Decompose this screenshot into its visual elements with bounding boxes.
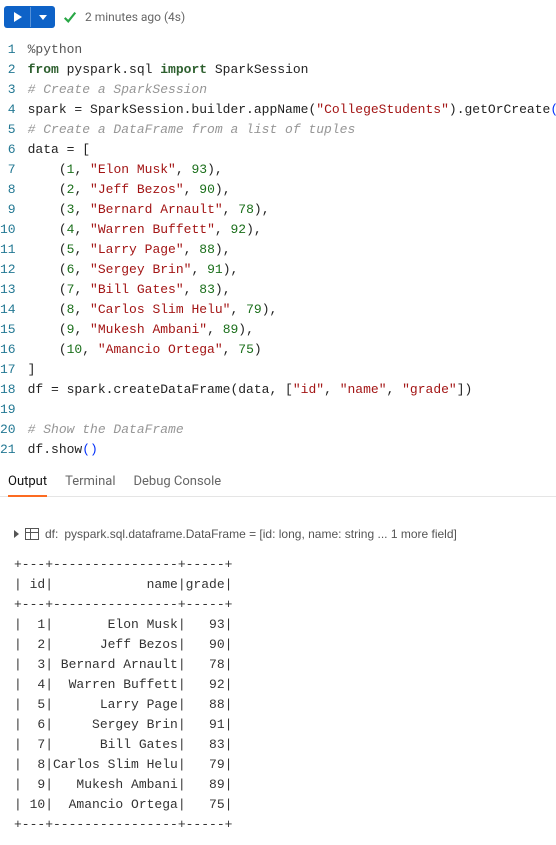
line-number: 14 xyxy=(0,300,16,320)
line-number: 13 xyxy=(0,280,16,300)
tab-debug-console[interactable]: Debug Console xyxy=(134,474,222,496)
code-line[interactable]: (7, "Bill Gates", 83), xyxy=(28,280,556,300)
caption-prefix: df: xyxy=(45,527,58,541)
code-line[interactable]: # Show the DataFrame xyxy=(28,420,556,440)
line-number: 1 xyxy=(0,40,16,60)
line-number: 10 xyxy=(0,220,16,240)
line-number: 21 xyxy=(0,440,16,460)
tab-output[interactable]: Output xyxy=(8,474,47,497)
line-number: 2 xyxy=(0,60,16,80)
line-number-gutter: 123456789101112131415161718192021 xyxy=(0,40,28,460)
output-tabs: Output Terminal Debug Console xyxy=(0,466,556,497)
line-number: 19 xyxy=(0,400,16,420)
code-line[interactable]: (6, "Sergey Brin", 91), xyxy=(28,260,556,280)
code-line[interactable]: (8, "Carlos Slim Helu", 79), xyxy=(28,300,556,320)
line-number: 17 xyxy=(0,360,16,380)
dataframe-caption[interactable]: df: pyspark.sql.dataframe.DataFrame = [i… xyxy=(14,527,542,541)
output-panel: df: pyspark.sql.dataframe.DataFrame = [i… xyxy=(0,497,556,845)
table-icon xyxy=(25,528,39,540)
code-line[interactable] xyxy=(28,400,556,420)
line-number: 9 xyxy=(0,200,16,220)
code-line[interactable]: (2, "Jeff Bezos", 90), xyxy=(28,180,556,200)
check-icon xyxy=(63,10,77,24)
line-number: 11 xyxy=(0,240,16,260)
code-line[interactable]: (9, "Mukesh Ambani", 89), xyxy=(28,320,556,340)
line-number: 12 xyxy=(0,260,16,280)
code-line[interactable]: df = spark.createDataFrame(data, ["id", … xyxy=(28,380,556,400)
run-button[interactable] xyxy=(4,6,55,28)
line-number: 5 xyxy=(0,120,16,140)
code-content[interactable]: %pythonfrom pyspark.sql import SparkSess… xyxy=(28,40,556,460)
chevron-down-icon xyxy=(39,15,47,20)
play-icon xyxy=(14,12,22,22)
code-line[interactable]: ] xyxy=(28,360,556,380)
line-number: 8 xyxy=(0,180,16,200)
code-editor[interactable]: 123456789101112131415161718192021 %pytho… xyxy=(0,34,556,466)
tab-terminal[interactable]: Terminal xyxy=(65,474,115,496)
dataframe-ascii-table: +---+----------------+-----+ | id| name|… xyxy=(14,555,542,835)
code-line[interactable]: df.show() xyxy=(28,440,556,460)
code-line[interactable]: (1, "Elon Musk", 93), xyxy=(28,160,556,180)
code-line[interactable]: (5, "Larry Page", 88), xyxy=(28,240,556,260)
code-line[interactable]: spark = SparkSession.builder.appName("Co… xyxy=(28,100,556,120)
code-line[interactable]: %python xyxy=(28,40,556,60)
code-line[interactable]: # Create a SparkSession xyxy=(28,80,556,100)
code-line[interactable]: (3, "Bernard Arnault", 78), xyxy=(28,200,556,220)
execution-status: 2 minutes ago (4s) xyxy=(85,10,185,24)
line-number: 4 xyxy=(0,100,16,120)
line-number: 7 xyxy=(0,160,16,180)
code-line[interactable]: (4, "Warren Buffett", 92), xyxy=(28,220,556,240)
caption-body: pyspark.sql.dataframe.DataFrame = [id: l… xyxy=(64,527,457,541)
line-number: 20 xyxy=(0,420,16,440)
line-number: 15 xyxy=(0,320,16,340)
line-number: 16 xyxy=(0,340,16,360)
line-number: 18 xyxy=(0,380,16,400)
cell-toolbar: 2 minutes ago (4s) xyxy=(0,0,556,34)
line-number: 6 xyxy=(0,140,16,160)
expand-triangle-icon[interactable] xyxy=(14,530,19,538)
code-line[interactable]: from pyspark.sql import SparkSession xyxy=(28,60,556,80)
code-line[interactable]: (10, "Amancio Ortega", 75) xyxy=(28,340,556,360)
code-line[interactable]: # Create a DataFrame from a list of tupl… xyxy=(28,120,556,140)
line-number: 3 xyxy=(0,80,16,100)
code-line[interactable]: data = [ xyxy=(28,140,556,160)
